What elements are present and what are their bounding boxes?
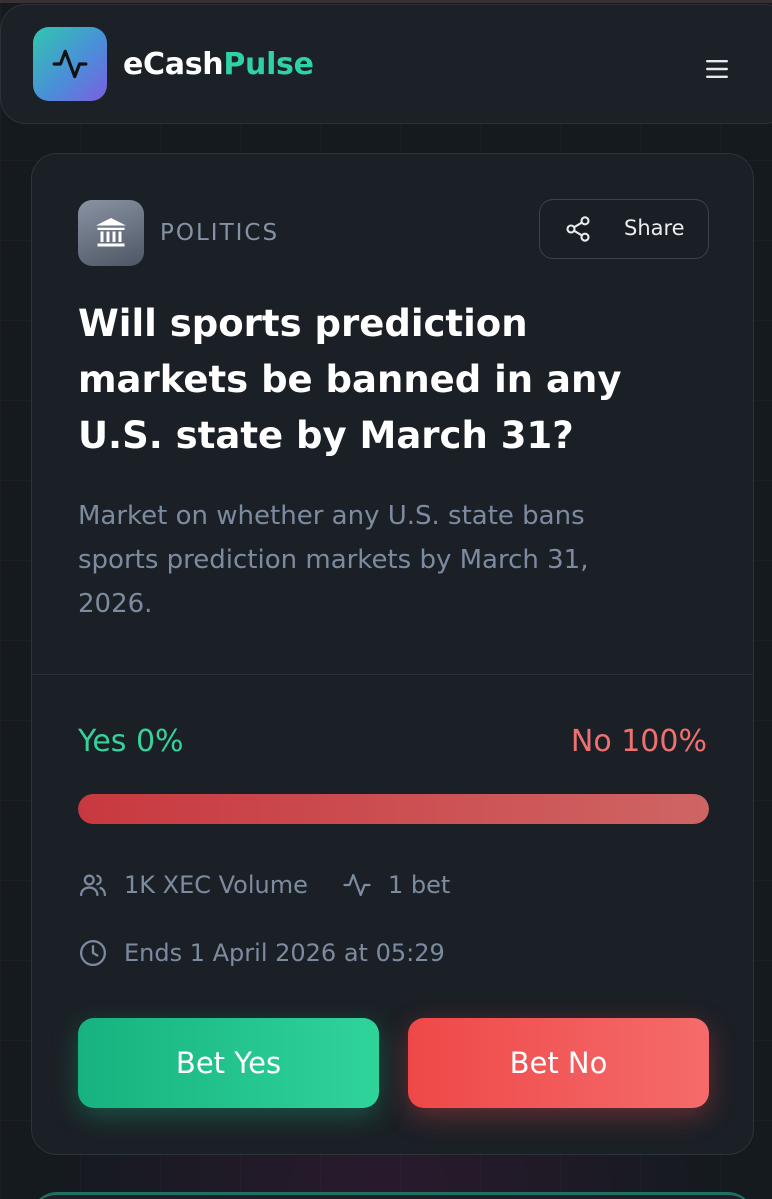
activity-pulse-icon xyxy=(52,49,88,79)
bet-yes-button[interactable]: Bet Yes xyxy=(78,1018,379,1108)
brand-name-part1: eCash xyxy=(123,47,224,82)
end-date-text: Ends 1 April 2026 at 05:29 xyxy=(124,939,445,967)
volume-text: 1K XEC Volume xyxy=(124,871,308,899)
app-header: eCashPulse xyxy=(0,4,772,124)
menu-button[interactable] xyxy=(701,55,733,83)
yes-percentage: Yes 0% xyxy=(78,724,184,759)
next-market-card-edge xyxy=(31,1192,754,1199)
activity-icon xyxy=(343,873,371,897)
divider xyxy=(32,674,753,675)
brand-name[interactable]: eCashPulse xyxy=(123,47,314,82)
market-description: Market on whether any U.S. state bans sp… xyxy=(78,501,589,619)
volume-stat: 1K XEC Volume xyxy=(78,870,308,900)
logo[interactable] xyxy=(33,27,107,101)
top-edge xyxy=(0,0,772,3)
bets-text: 1 bet xyxy=(388,871,451,899)
bet-no-button[interactable]: Bet No xyxy=(408,1018,709,1108)
end-date-row: Ends 1 April 2026 at 05:29 xyxy=(78,938,445,968)
category-icon-tile xyxy=(78,200,144,266)
users-icon xyxy=(80,874,106,897)
bets-stat: 1 bet xyxy=(342,870,450,900)
clock-icon xyxy=(80,940,106,966)
hamburger-menu-icon xyxy=(706,60,728,78)
probability-bar-no-fill xyxy=(78,794,709,824)
market-card: POLITICS Share Will sports prediction ma… xyxy=(31,153,754,1155)
share-button[interactable]: Share xyxy=(539,199,709,259)
share-icon xyxy=(566,216,590,242)
brand-name-part2: Pulse xyxy=(223,47,314,82)
no-percentage: No 100% xyxy=(570,724,707,759)
probability-bar xyxy=(78,794,709,824)
share-label: Share xyxy=(624,216,685,240)
bank-building-icon xyxy=(96,218,126,247)
category-label: POLITICS xyxy=(160,220,280,246)
market-title: Will sports prediction markets be banned… xyxy=(78,302,622,457)
